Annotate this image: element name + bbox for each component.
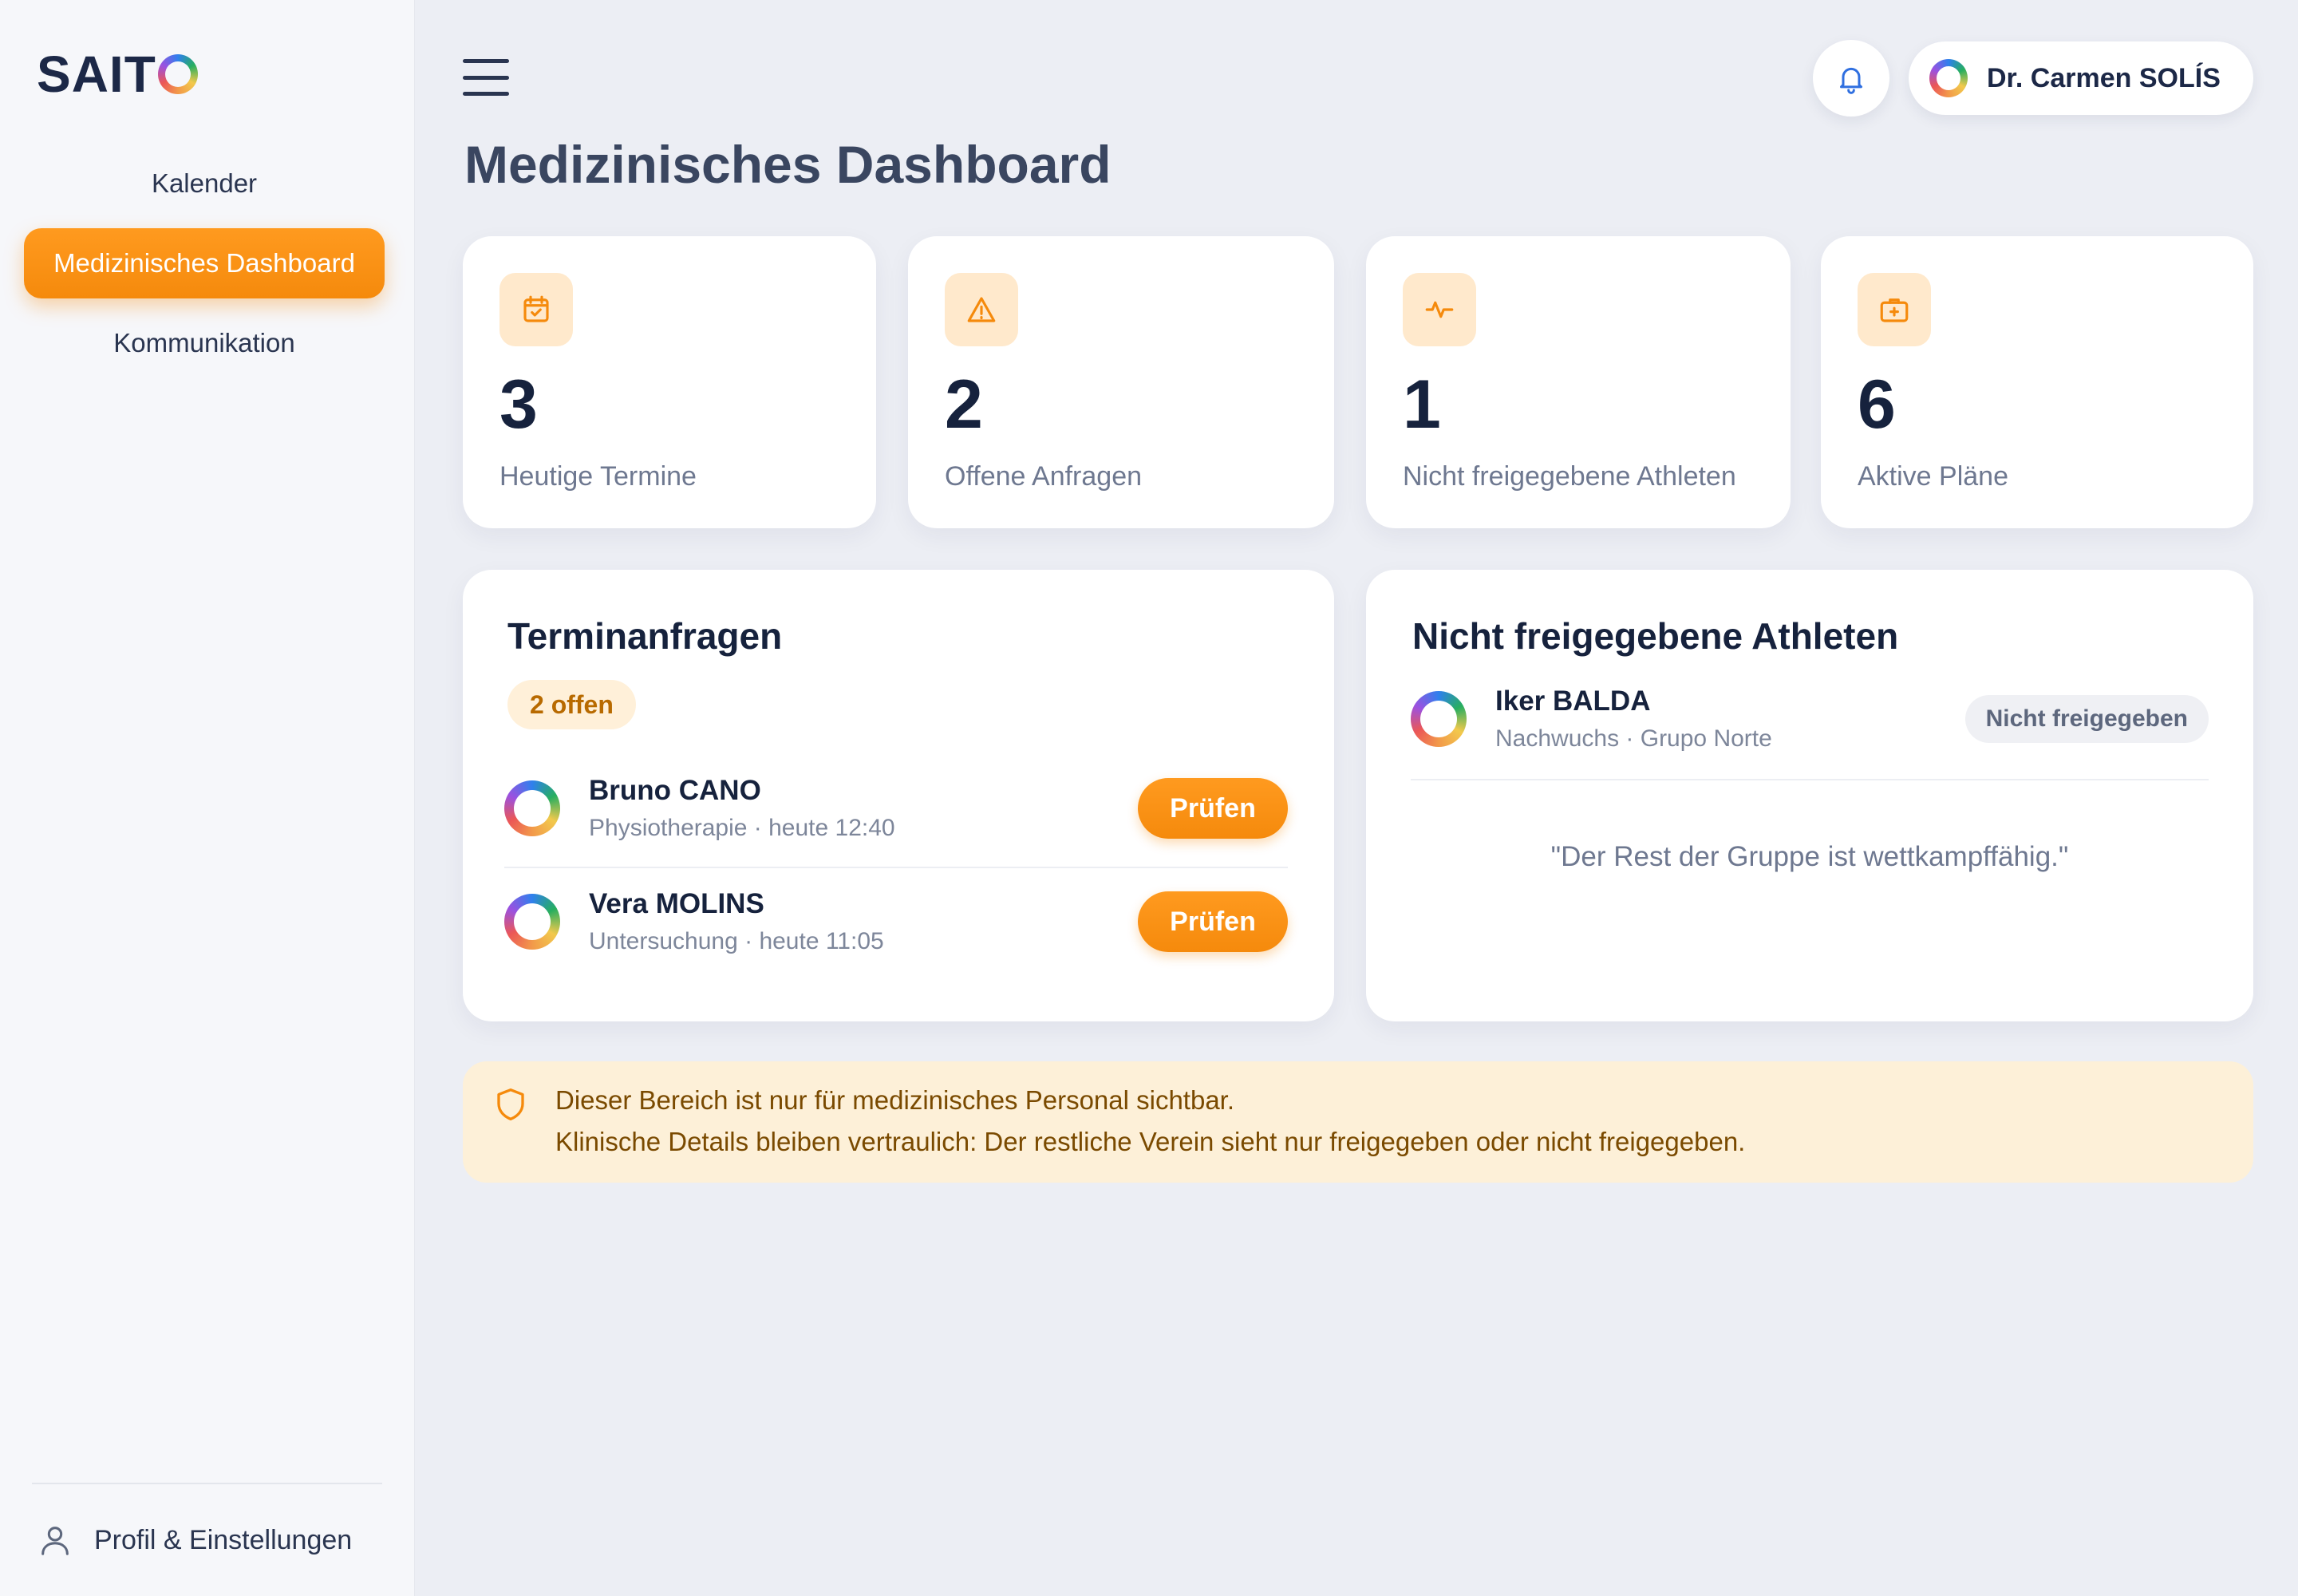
bell-icon — [1840, 67, 1862, 94]
review-button[interactable]: Prüfen — [1138, 778, 1288, 839]
profile-settings-link[interactable]: Profil & Einstellungen — [37, 1516, 352, 1564]
request-name: Vera MOLINS — [589, 888, 764, 919]
sidebar-divider — [32, 1483, 382, 1484]
stat-label: Heutige Termine — [499, 461, 697, 492]
pulse-icon — [1403, 273, 1476, 346]
avatar — [1929, 59, 1968, 97]
profile-settings-label: Profil & Einstellungen — [94, 1524, 353, 1555]
stat-card-aktive-plaene[interactable]: 6 Aktive Pläne — [1821, 236, 2253, 528]
open-count-badge: 2 offen — [507, 680, 636, 729]
avatar — [504, 780, 560, 836]
request-name: Bruno CANO — [589, 775, 761, 806]
row-divider — [1411, 779, 2209, 780]
request-detail: Untersuchung · heute 11:05 — [589, 928, 884, 954]
sidebar-item-label: Kommunikation — [113, 328, 295, 358]
logo-ring-icon — [157, 54, 198, 94]
menu-icon[interactable] — [463, 59, 509, 96]
panel-title: Nicht freigegebene Athleten — [1412, 615, 1899, 657]
sidebar-item-kalender[interactable]: Kalender — [24, 148, 385, 219]
avatar — [1411, 691, 1467, 747]
page-title: Medizinisches Dashboard — [464, 135, 1111, 194]
notice-line-1: Dieser Bereich ist nur für medizinisches… — [555, 1085, 1235, 1115]
notice-line-2: Klinische Details bleiben vertraulich: D… — [555, 1127, 1746, 1156]
shield-icon — [497, 1088, 524, 1120]
stat-value: 2 — [945, 366, 983, 443]
stat-card-nicht-freigegebene-athleten[interactable]: 1 Nicht freigegebene Athleten — [1366, 236, 1791, 528]
list-item[interactable]: Iker BALDA Nachwuchs · Grupo Norte Nicht… — [1411, 675, 2209, 763]
stat-label: Aktive Pläne — [1858, 461, 2008, 492]
sidebar: SAIT Kalender Medizinisches Dashboard Ko… — [0, 0, 415, 1596]
user-menu[interactable]: Dr. Carmen SOLÍS — [1909, 41, 2253, 115]
stat-label: Nicht freigegebene Athleten — [1403, 461, 1736, 492]
uncleared-athletes-panel: Nicht freigegebene Athleten Iker BALDA N… — [1366, 570, 2253, 1021]
athlete-detail: Nachwuchs · Grupo Norte — [1495, 725, 1772, 752]
stat-value: 6 — [1858, 366, 1896, 443]
review-button[interactable]: Prüfen — [1138, 891, 1288, 952]
sidebar-item-medizinisches-dashboard[interactable]: Medizinisches Dashboard — [24, 228, 385, 298]
group-note: "Der Rest der Gruppe ist wettkampffähig.… — [1550, 841, 2069, 872]
athlete-name: Iker BALDA — [1495, 685, 1651, 717]
stat-card-offene-anfragen[interactable]: 2 Offene Anfragen — [908, 236, 1334, 528]
medical-kit-icon — [1858, 273, 1931, 346]
confidentiality-notice: Dieser Bereich ist nur für medizinisches… — [463, 1061, 2253, 1183]
stat-card-heutige-termine[interactable]: 3 Heutige Termine — [463, 236, 876, 528]
user-icon — [41, 1527, 69, 1555]
app-logo[interactable]: SAIT — [37, 45, 198, 104]
row-divider — [504, 867, 1288, 868]
sidebar-item-label: Kalender — [151, 168, 258, 198]
logo-text: SAIT — [37, 45, 156, 103]
request-detail: Physiotherapie · heute 12:40 — [589, 815, 895, 841]
stat-value: 1 — [1403, 366, 1441, 443]
notifications-button[interactable] — [1813, 40, 1889, 117]
sidebar-item-label: Medizinisches Dashboard — [53, 248, 355, 278]
status-badge: Nicht freigegeben — [1964, 695, 2209, 743]
list-item[interactable]: Bruno CANO Physiotherapie · heute 12:40 … — [504, 764, 1288, 852]
appointment-requests-panel: Terminanfragen 2 offen Bruno CANO Physio… — [463, 570, 1334, 1021]
stat-label: Offene Anfragen — [945, 461, 1143, 492]
warning-triangle-icon — [945, 273, 1018, 346]
sidebar-item-kommunikation[interactable]: Kommunikation — [24, 308, 385, 378]
stat-value: 3 — [499, 366, 538, 443]
user-name: Dr. Carmen SOLÍS — [1987, 62, 2221, 93]
calendar-check-icon — [499, 273, 573, 346]
list-item[interactable]: Vera MOLINS Untersuchung · heute 11:05 P… — [504, 878, 1288, 966]
avatar — [504, 894, 560, 950]
panel-title: Terminanfragen — [507, 615, 783, 657]
